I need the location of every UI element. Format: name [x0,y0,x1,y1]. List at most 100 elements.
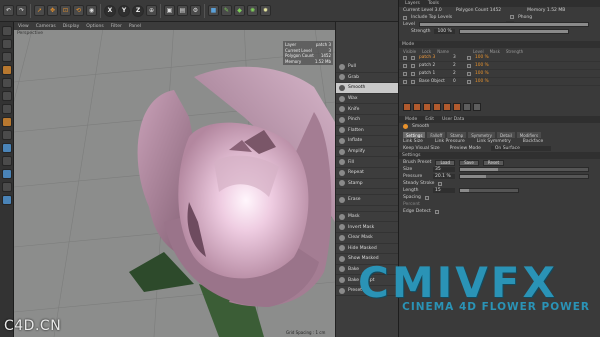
axis-mode-icon[interactable] [1,117,12,127]
mask-icon[interactable] [433,103,441,111]
array-icon[interactable]: ✺ [247,5,258,16]
mask-checkbox[interactable] [467,79,471,84]
viewport-menu-filter[interactable]: Filter [111,24,122,29]
brush-amplify[interactable]: Amplify [336,147,398,158]
layer-strength[interactable]: 100 % [475,71,489,76]
tab-modifiers[interactable]: Modifiers [516,132,542,138]
brush-fill[interactable]: Fill [336,157,398,168]
make-editable-icon[interactable] [1,26,12,36]
brush-pull[interactable]: Pull [336,62,398,73]
attr-menu-user-data[interactable]: User Data [442,117,464,122]
mask-checkbox[interactable] [467,71,471,76]
cube-icon[interactable]: ■ [208,5,219,16]
tweak-mode-icon[interactable] [1,130,12,140]
render-settings-icon[interactable]: ⚙ [190,5,201,16]
y-axis-button[interactable]: Y [118,4,130,17]
brush-erase[interactable]: Erase [336,195,398,206]
brush-mask[interactable]: Mask [336,212,398,223]
tab-symmetry[interactable]: Symmetry [468,132,495,138]
viewport-menu-view[interactable]: View [18,24,29,29]
pen-icon[interactable]: ✎ [221,5,232,16]
visible-checkbox[interactable] [403,79,407,84]
level-slider[interactable] [418,22,589,27]
strength-input[interactable]: 100 % [434,29,455,34]
viewport-menu-panel[interactable]: Panel [129,24,141,29]
tab-detail[interactable]: Detail [496,132,515,138]
viewport-menu-cameras[interactable]: Cameras [36,24,56,29]
world-icon[interactable]: ⊕ [146,5,157,16]
lock-checkbox[interactable] [411,63,415,68]
link-pressure-option[interactable]: Link Pressure [435,139,465,144]
merge-icon[interactable] [463,103,471,111]
tab-stamp[interactable]: Stamp [447,132,467,138]
scale-icon[interactable]: ⊡ [60,5,71,16]
brush-clear-mask[interactable]: Clear Mask [336,233,398,244]
select-icon[interactable]: ➚ [34,5,45,16]
brush-hide-masked[interactable]: Hide Masked [336,244,398,255]
x-axis-button[interactable]: X [104,4,116,17]
add-folder-icon[interactable] [413,103,421,111]
steady-stroke-checkbox[interactable] [438,181,443,186]
preview-mode-select[interactable]: On Surface [490,146,551,151]
brush-flatten[interactable]: Flatten [336,126,398,137]
delete-layer-icon[interactable] [423,103,431,111]
layer-strength[interactable]: 100 % [475,63,489,68]
attr-menu-mode[interactable]: Mode [405,117,417,122]
spacing-checkbox[interactable] [424,195,429,200]
viewport-menu-options[interactable]: Options [86,24,103,29]
planar-workplane-icon[interactable] [1,182,12,192]
visibility-icon[interactable] [453,103,461,111]
length-slider[interactable] [459,188,519,193]
model-mode-icon[interactable] [1,39,12,49]
move-icon[interactable]: ✥ [47,5,58,16]
visible-checkbox[interactable] [403,63,407,68]
settings-icon[interactable] [473,103,481,111]
render-view-icon[interactable]: ▤ [177,5,188,16]
texture-mode-icon[interactable] [1,52,12,62]
pressure-input[interactable]: 20.1 % [433,174,455,179]
bulb-icon[interactable]: ✹ [260,5,271,16]
edge-detect-checkbox[interactable] [434,209,439,214]
load-preset-button[interactable]: Load [435,159,456,166]
reset-preset-button[interactable]: Reset [482,159,505,166]
tab-settings[interactable]: Settings [403,132,426,138]
viewport-menu-display[interactable]: Display [63,24,80,29]
brush-grab[interactable]: Grab [336,73,398,84]
strength-slider[interactable] [458,29,569,34]
layer-row[interactable]: patch 1 2 100 % [399,70,600,78]
link-size-option[interactable]: Link Size [403,139,423,144]
visible-checkbox[interactable] [403,55,407,60]
workplane-icon[interactable] [1,65,12,75]
brush-smooth[interactable]: Smooth [336,83,398,94]
3d-viewport[interactable]: View Cameras Display Options Filter Pane… [14,22,335,337]
brush-knife[interactable]: Knife [336,104,398,115]
mask-checkbox[interactable] [467,63,471,68]
z-axis-button[interactable]: Z [132,4,144,17]
attr-menu-edit[interactable]: Edit [425,117,434,122]
tab-tools[interactable]: Tools [428,1,439,6]
phong-checkbox[interactable] [510,15,515,19]
points-mode-icon[interactable] [1,78,12,88]
brush-invert-mask[interactable]: Invert Mask [336,222,398,233]
lock-checkbox[interactable] [411,71,415,76]
lock-checkbox[interactable] [411,79,415,84]
add-layer-icon[interactable] [403,103,411,111]
undo-icon[interactable]: ↶ [3,5,14,16]
tab-layers[interactable]: Layers [405,1,420,6]
backface-option[interactable]: Backface [523,139,544,144]
lock-checkbox[interactable] [411,55,415,60]
size-input[interactable]: 35 [433,167,455,172]
visible-checkbox[interactable] [403,71,407,76]
redo-icon[interactable]: ↷ [16,5,27,16]
link-symmetry-option[interactable]: Link Symmetry [477,139,511,144]
layer-row[interactable]: patch 2 2 100 % [399,62,600,70]
brush-stamp[interactable]: Stamp [336,179,398,190]
rotate-icon[interactable]: ⟲ [73,5,84,16]
include-top-checkbox[interactable] [403,15,407,20]
lock-workplane-icon[interactable] [1,169,12,179]
edges-mode-icon[interactable] [1,91,12,101]
lock-icon[interactable] [443,103,451,111]
layer-row[interactable]: patch 3 3 100 % [399,54,600,62]
sculpt-mode-icon[interactable] [1,143,12,153]
subdivide-icon[interactable]: ◆ [234,5,245,16]
